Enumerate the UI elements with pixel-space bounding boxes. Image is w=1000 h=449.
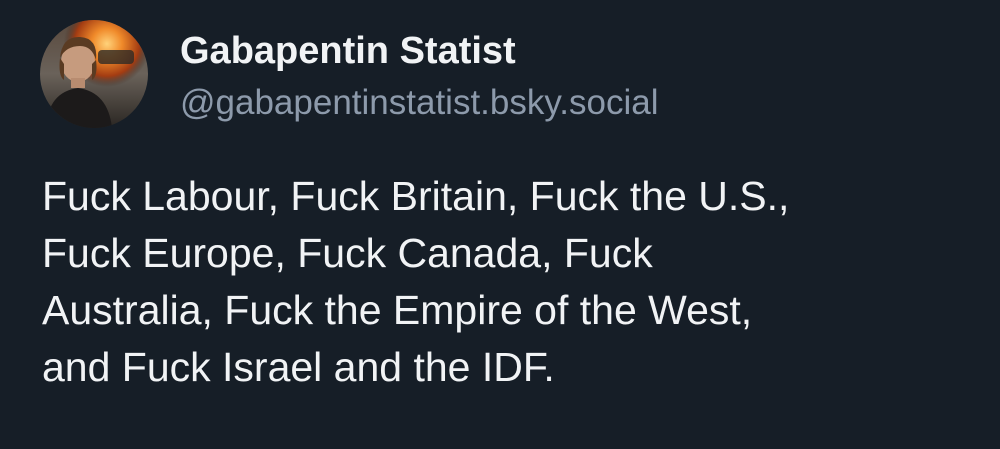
post-card: Gabapentin Statist @gabapentinstatist.bs…: [0, 0, 1000, 449]
author-avatar[interactable]: [40, 20, 148, 128]
post-text: Fuck Labour, Fuck Britain, Fuck the U.S.…: [42, 173, 790, 390]
author-display-name[interactable]: Gabapentin Statist: [180, 27, 658, 75]
avatar-image-icon: [40, 20, 148, 128]
author-handle[interactable]: @gabapentinstatist.bsky.social: [180, 81, 658, 125]
author-info: Gabapentin Statist @gabapentinstatist.bs…: [180, 27, 658, 125]
